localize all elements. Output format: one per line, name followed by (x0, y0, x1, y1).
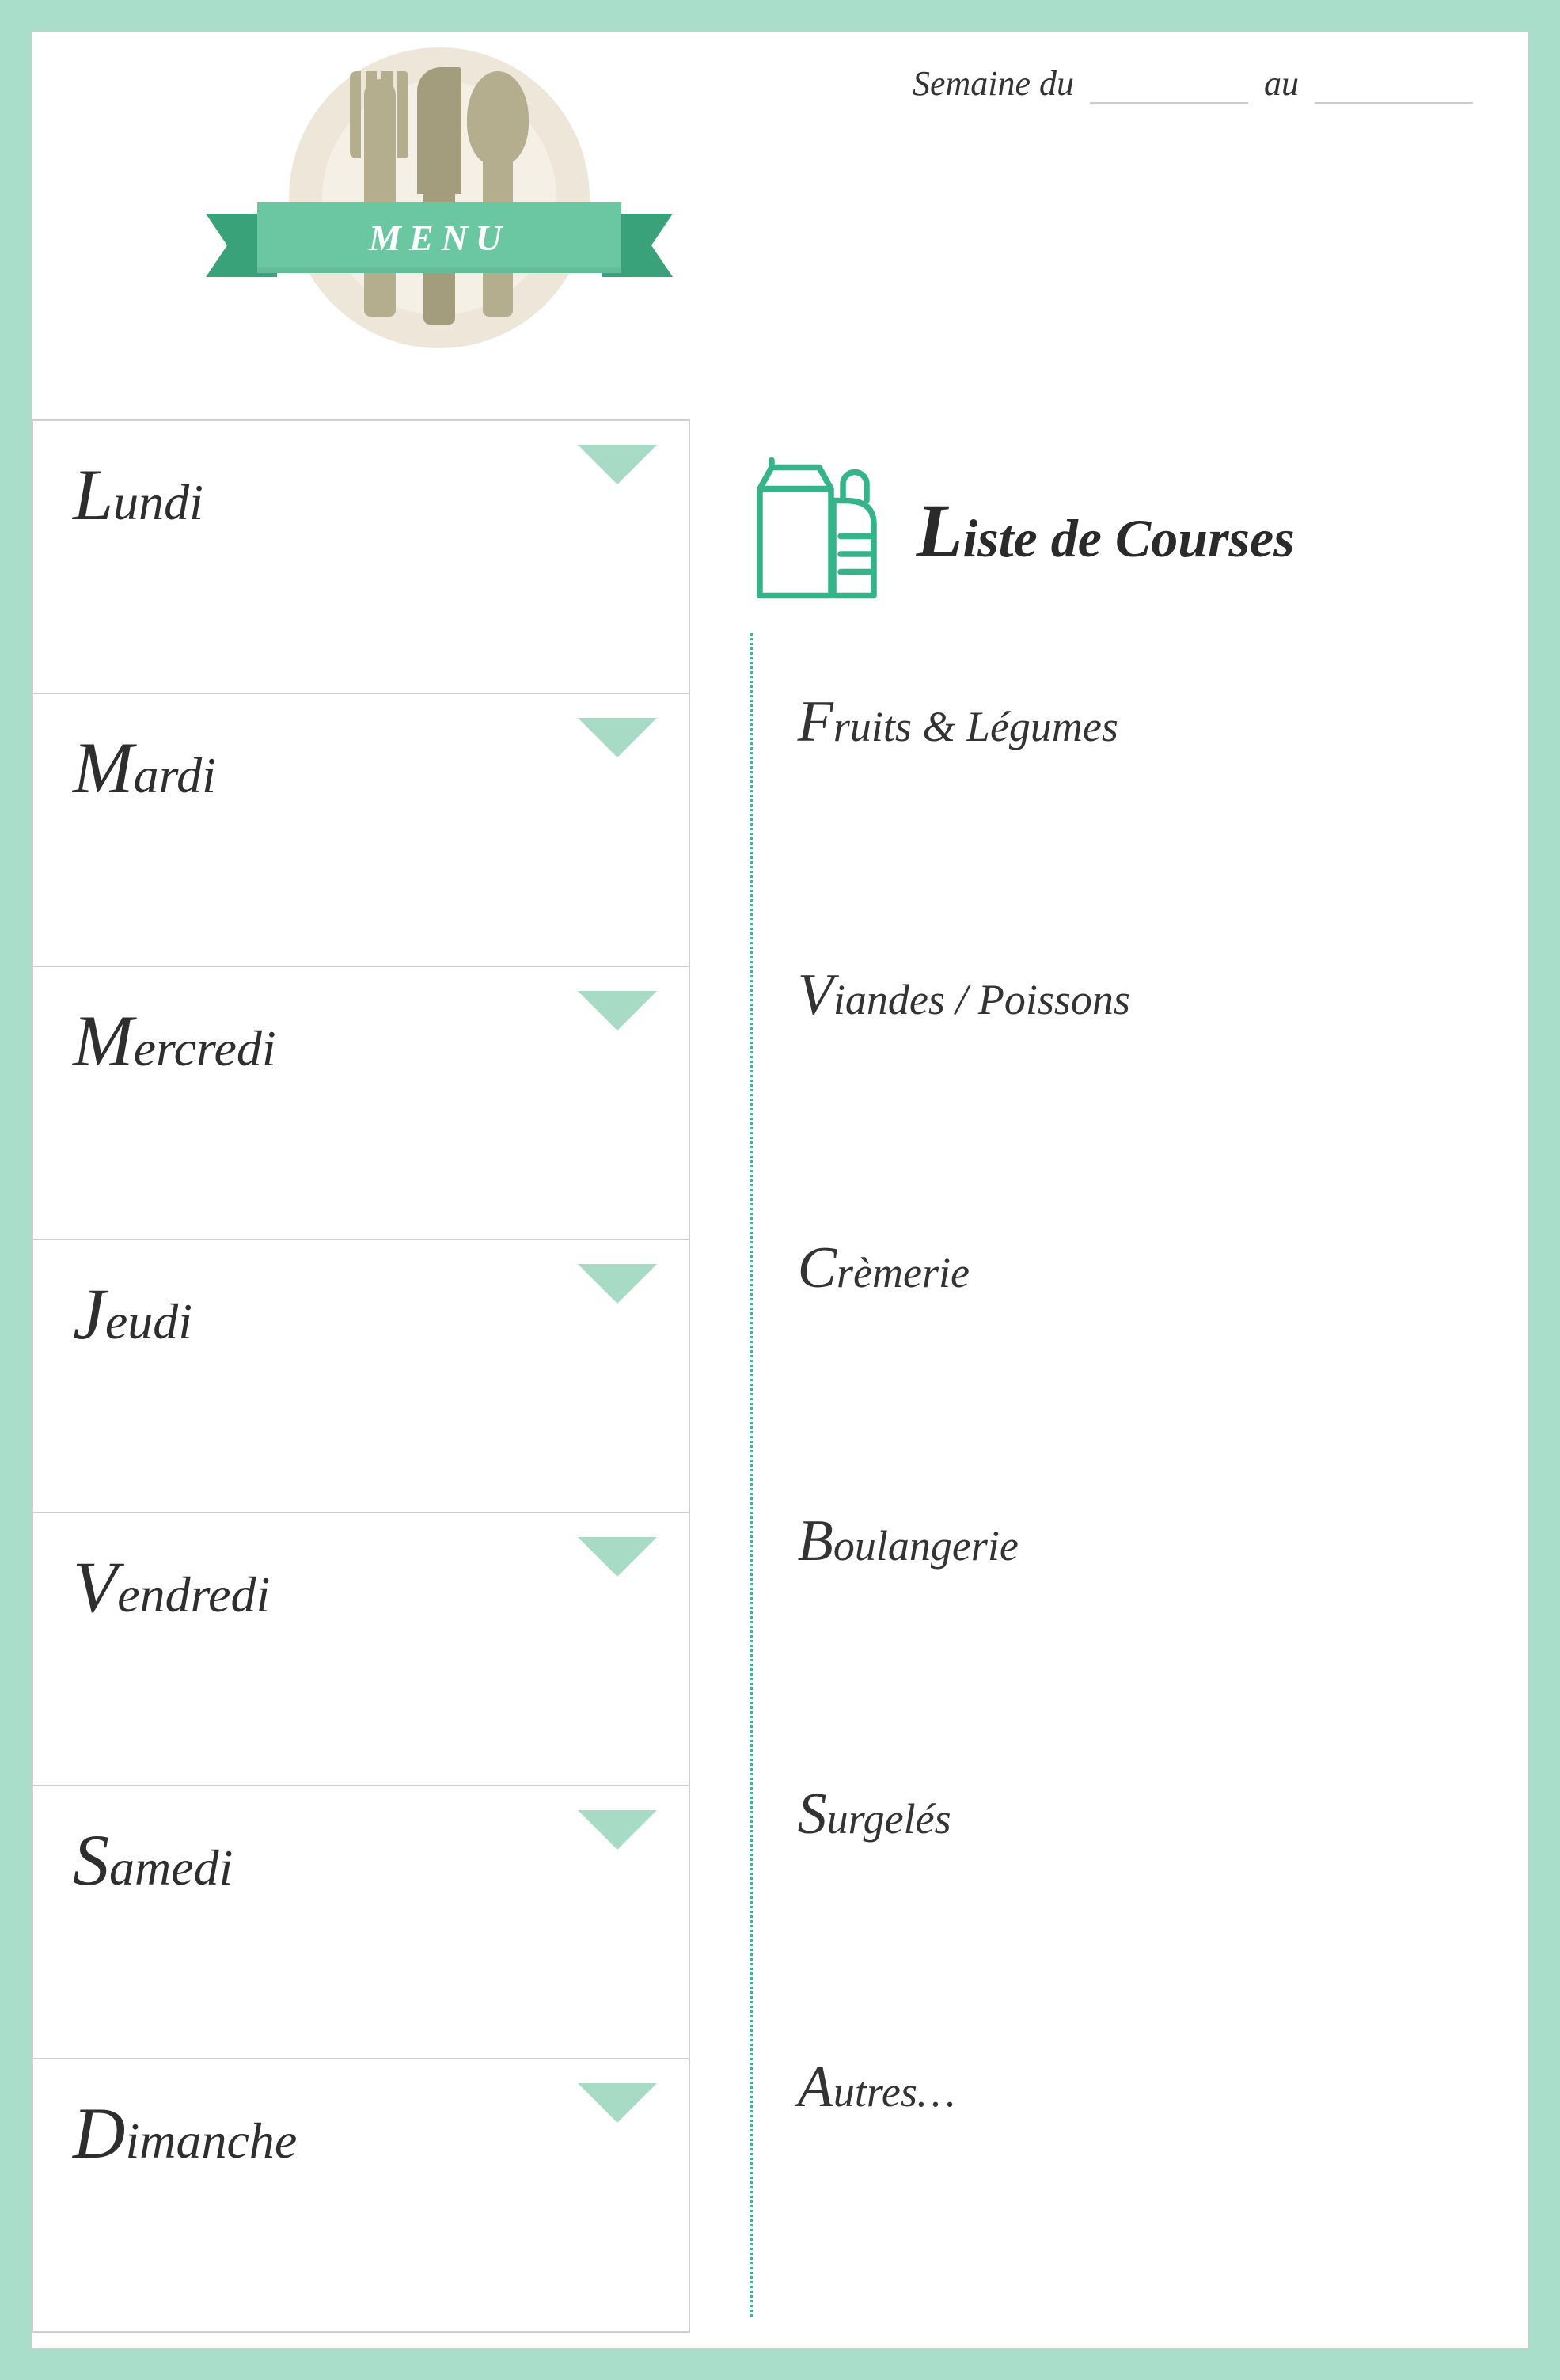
category-list: Fruits & Légumes Viandes / Poissons Crèm… (798, 681, 1497, 2319)
day-dimanche[interactable]: Dimanche (33, 2059, 689, 2333)
category-fruits-legumes[interactable]: Fruits & Légumes (798, 681, 1497, 954)
category-cremerie[interactable]: Crèmerie (798, 1227, 1497, 1500)
day-label: Mardi (73, 726, 649, 810)
chevron-down-icon[interactable] (578, 718, 657, 757)
chevron-down-icon[interactable] (578, 1810, 657, 1850)
chevron-down-icon[interactable] (578, 445, 657, 484)
category-autres[interactable]: Autres… (798, 2046, 1497, 2319)
week-separator: au (1264, 63, 1299, 104)
day-lundi[interactable]: Lundi (33, 421, 689, 694)
day-label: Lundi (73, 453, 649, 537)
ribbon: MENU (222, 198, 657, 277)
dotted-divider (750, 633, 753, 2317)
day-mercredi[interactable]: Mercredi (33, 967, 689, 1240)
category-boulangerie[interactable]: Boulangerie (798, 1500, 1497, 1773)
chevron-down-icon[interactable] (578, 1537, 657, 1577)
shopping-panel: Liste de Courses Fruits & Légumes Viande… (750, 451, 1497, 2317)
category-surgeles[interactable]: Surgelés (798, 1773, 1497, 2046)
grocery-bag-icon (750, 451, 893, 609)
day-label: Samedi (73, 1818, 649, 1902)
page: MENU Semaine du au Lundi Mardi (0, 0, 1560, 2380)
week-start-input[interactable] (1090, 72, 1248, 104)
ribbon-banner: MENU (257, 202, 621, 273)
menu-logo: MENU (222, 47, 657, 396)
chevron-down-icon[interactable] (578, 991, 657, 1031)
shopping-title: Liste de Courses (917, 487, 1295, 575)
category-viandes-poissons[interactable]: Viandes / Poissons (798, 954, 1497, 1227)
day-mardi[interactable]: Mardi (33, 694, 689, 967)
day-label: Vendredi (73, 1545, 649, 1629)
ribbon-text: MENU (369, 217, 510, 259)
chevron-down-icon[interactable] (578, 1264, 657, 1304)
day-label: Jeudi (73, 1272, 649, 1356)
days-column: Lundi Mardi Mercredi Jeudi Vendredi Same… (32, 419, 690, 2333)
week-end-input[interactable] (1315, 72, 1473, 104)
day-vendredi[interactable]: Vendredi (33, 1513, 689, 1786)
shopping-header: Liste de Courses (750, 451, 1497, 609)
chevron-down-icon[interactable] (578, 2083, 657, 2123)
week-range: Semaine du au (913, 63, 1473, 104)
day-samedi[interactable]: Samedi (33, 1786, 689, 2059)
week-prefix: Semaine du (913, 63, 1074, 104)
day-jeudi[interactable]: Jeudi (33, 1240, 689, 1513)
inner-sheet: MENU Semaine du au Lundi Mardi (32, 32, 1528, 2348)
day-label: Mercredi (73, 999, 649, 1083)
day-label: Dimanche (73, 2091, 649, 2175)
